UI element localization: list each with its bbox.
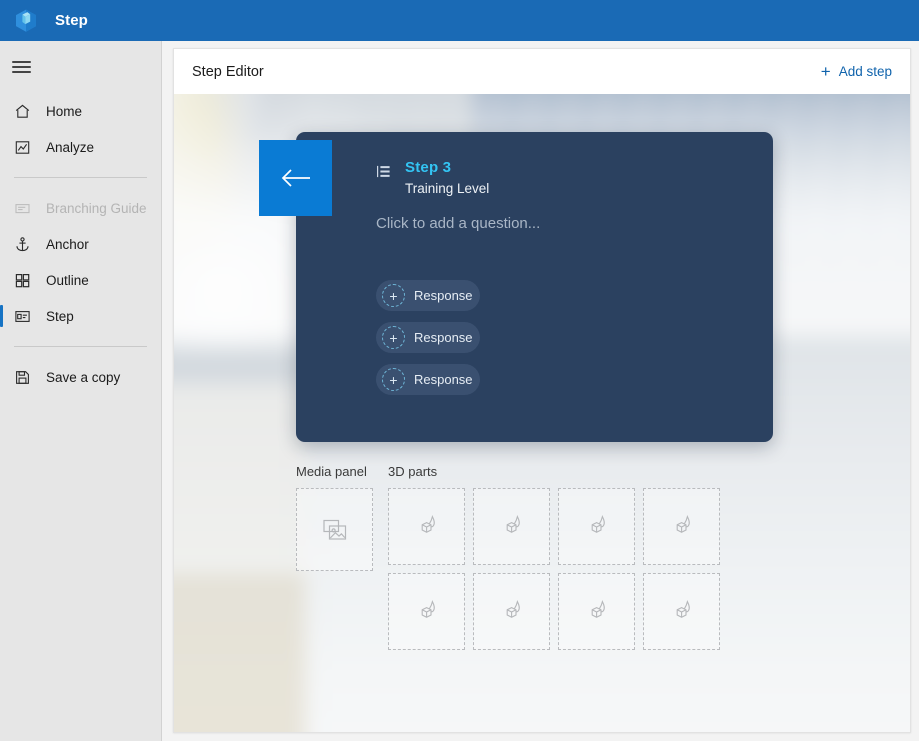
main-content: Step Editor + Add step Step 3 Training L… — [162, 41, 919, 741]
part-slot[interactable] — [473, 573, 550, 650]
3d-part-icon — [421, 599, 435, 618]
home-icon — [12, 101, 32, 121]
window-body: Home Analyze Branching Guide Anchor Outl… — [0, 41, 919, 741]
part-slot[interactable] — [643, 573, 720, 650]
parts-slot-rows — [388, 488, 720, 650]
response-list: + Response + Response + Response — [376, 280, 480, 395]
part-slot[interactable] — [558, 573, 635, 650]
sidebar: Home Analyze Branching Guide Anchor Outl… — [0, 41, 162, 741]
3d-part-icon — [506, 514, 520, 533]
hamburger-menu-icon — [12, 58, 31, 76]
media-slot[interactable] — [296, 488, 373, 571]
sidebar-menu-toggle[interactable] — [0, 47, 161, 87]
arrow-left-icon — [281, 169, 310, 187]
add-step-label: Add step — [838, 64, 892, 79]
3d-part-icon — [506, 599, 520, 618]
plus-icon: + — [820, 62, 831, 81]
plus-circle-dashed-icon: + — [382, 326, 405, 349]
guides-cube-logo-icon — [16, 9, 36, 32]
3d-part-icon — [591, 599, 605, 618]
parts-slot-row — [388, 573, 720, 650]
media-panel-label: Media panel — [296, 464, 367, 479]
sidebar-item-label: Outline — [46, 272, 89, 288]
sidebar-item-label: Branching Guide — [46, 200, 147, 216]
add-step-button[interactable]: + Add step — [821, 63, 892, 80]
sidebar-item-label: Save a copy — [46, 369, 121, 385]
media-slot-row — [296, 488, 373, 571]
save-copy-icon — [12, 367, 32, 387]
response-label: Response — [414, 372, 473, 387]
step-card-titles: Step 3 Training Level — [405, 159, 489, 196]
sidebar-item-label: Home — [46, 103, 83, 119]
plus-circle-dashed-icon: + — [382, 284, 405, 307]
step-editor-header: Step Editor + Add step — [174, 49, 910, 94]
outline-grid-icon — [12, 270, 32, 290]
media-slot-rows — [296, 488, 373, 571]
3d-part-icon — [421, 514, 435, 533]
app-window: Step Home Analyze Branching Guide Anchor… — [0, 0, 919, 741]
part-slot[interactable] — [388, 573, 465, 650]
step-canvas: Step 3 Training Level Click to add a que… — [174, 94, 910, 732]
sidebar-item-save-a-copy[interactable]: Save a copy — [0, 359, 161, 395]
page-title: Step Editor — [192, 63, 264, 80]
question-placeholder[interactable]: Click to add a question... — [376, 215, 540, 232]
parts-slot-row — [388, 488, 720, 565]
step-card-header: Step 3 Training Level — [376, 159, 489, 196]
part-slot[interactable] — [473, 488, 550, 565]
3d-part-icon — [591, 514, 605, 533]
anchor-icon — [12, 234, 32, 254]
response-label: Response — [414, 288, 473, 303]
analyze-chart-icon — [12, 137, 32, 157]
step-number: Step 3 — [405, 159, 452, 176]
add-response-button[interactable]: + Response — [376, 364, 480, 395]
parts-panel-group: 3D parts — [388, 464, 720, 650]
title-bar: Step — [0, 0, 919, 41]
sidebar-divider-bottom — [14, 346, 147, 347]
add-response-button[interactable]: + Response — [376, 322, 480, 353]
sidebar-item-step[interactable]: Step — [0, 298, 161, 334]
sidebar-item-label: Anchor — [46, 236, 89, 252]
sidebar-item-outline[interactable]: Outline — [0, 262, 161, 298]
sidebar-item-anchor[interactable]: Anchor — [0, 226, 161, 262]
sidebar-item-analyze[interactable]: Analyze — [0, 129, 161, 165]
step-card-icon — [12, 306, 32, 326]
step-subtitle: Training Level — [405, 181, 490, 196]
sidebar-divider-top — [14, 177, 147, 178]
add-response-button[interactable]: + Response — [376, 280, 480, 311]
app-title-text: Step — [55, 12, 88, 29]
sidebar-nav-list: Home Analyze Branching Guide Anchor Outl… — [0, 93, 161, 395]
part-slot[interactable] — [643, 488, 720, 565]
media-panel-group: Media panel — [296, 464, 373, 650]
bulleted-list-icon — [376, 164, 391, 184]
plus-circle-dashed-icon: + — [382, 368, 405, 391]
part-slot[interactable] — [388, 488, 465, 565]
3d-part-icon — [676, 599, 690, 618]
3d-part-icon — [676, 514, 690, 533]
sidebar-item-label: Step — [46, 308, 74, 324]
step-editor-panel: Step Editor + Add step Step 3 Training L… — [173, 48, 911, 733]
back-button[interactable] — [259, 140, 332, 216]
step-card: Step 3 Training Level Click to add a que… — [259, 132, 773, 442]
parts-panel-label: 3D parts — [388, 464, 438, 479]
sidebar-item-home[interactable]: Home — [0, 93, 161, 129]
image-placeholder-icon — [322, 519, 346, 540]
asset-panels: Media panel 3D parts — [296, 464, 720, 650]
sidebar-item-label: Analyze — [46, 139, 95, 155]
response-label: Response — [414, 330, 473, 345]
branching-guide-icon — [12, 198, 32, 218]
app-logo — [9, 4, 43, 38]
part-slot[interactable] — [558, 488, 635, 565]
sidebar-item-branching-guide: Branching Guide — [0, 190, 161, 226]
